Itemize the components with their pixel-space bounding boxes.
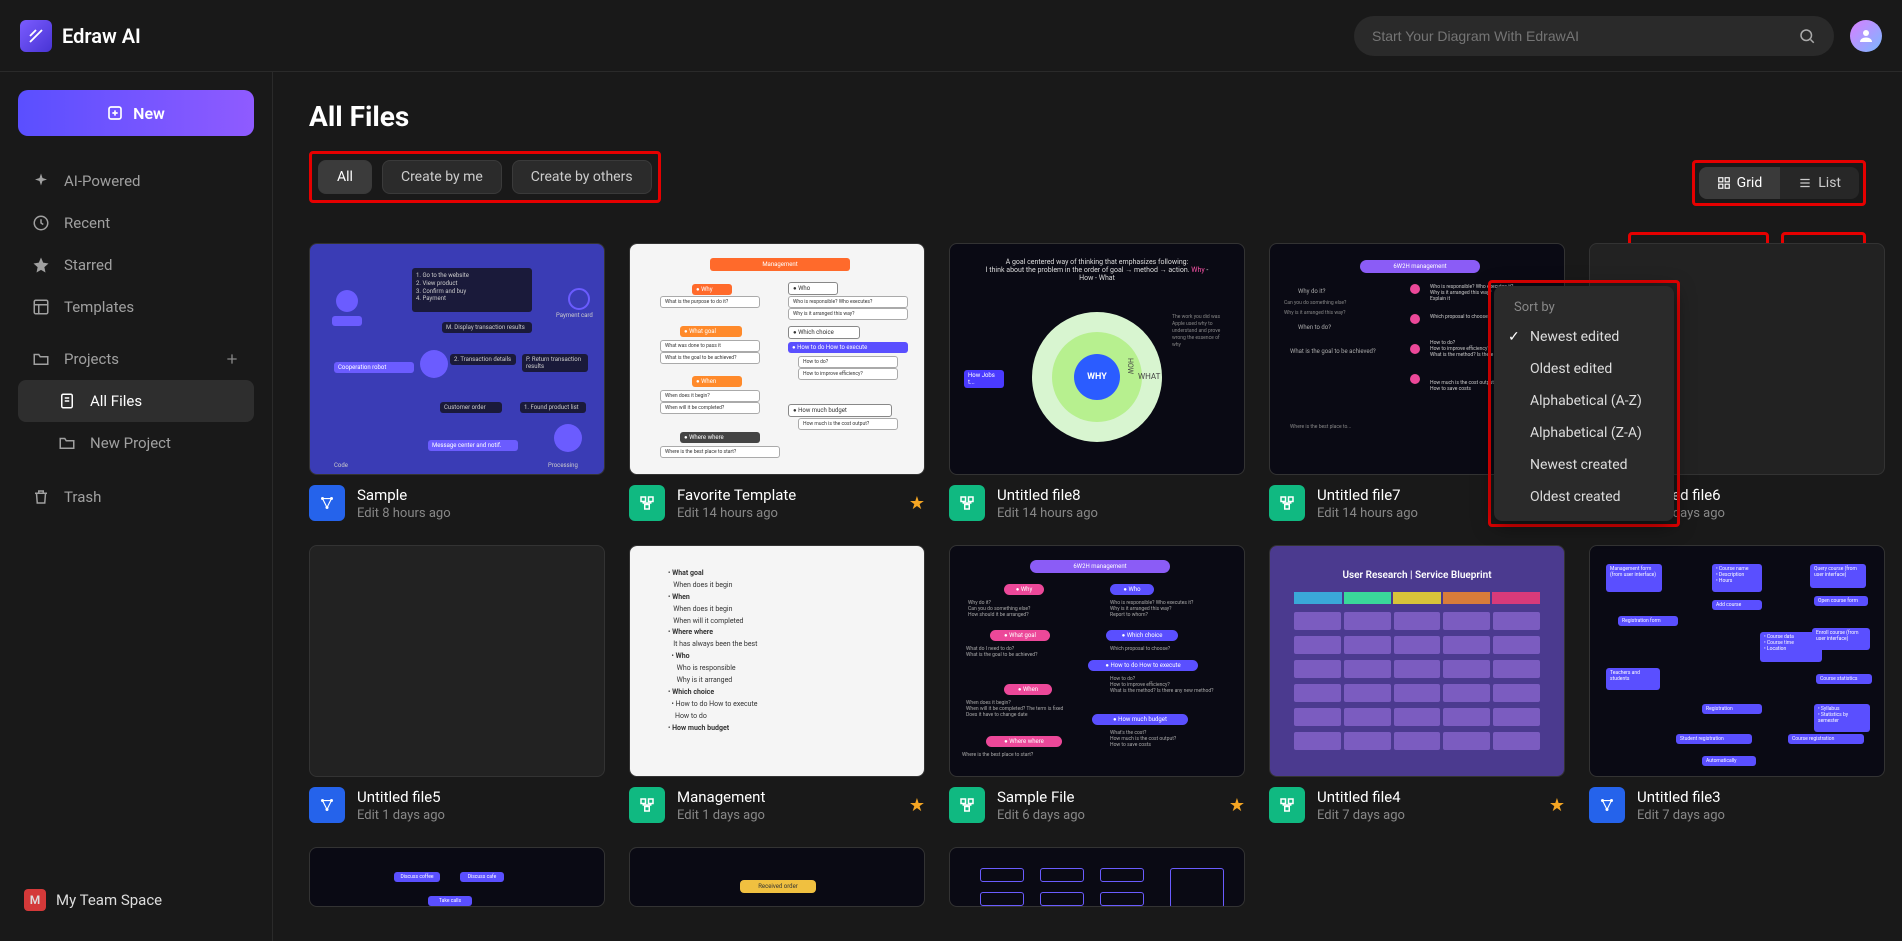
star-icon[interactable]: ★: [909, 795, 925, 816]
file-type-icon: [309, 485, 345, 521]
file-type-icon: [309, 787, 345, 823]
file-card[interactable]: Discuss coffee Discuss cafe Take calls: [309, 847, 605, 907]
search-input[interactable]: [1372, 28, 1798, 44]
view-grid-button[interactable]: Grid: [1699, 167, 1781, 199]
star-icon[interactable]: ★: [1549, 795, 1565, 816]
page-title: All Files: [309, 100, 1866, 133]
files-icon: [58, 392, 76, 410]
file-card[interactable]: Received order: [629, 847, 925, 907]
file-card[interactable]: Management ● Why ● Who What is the purpo…: [629, 243, 925, 521]
star-icon[interactable]: ★: [909, 493, 925, 514]
list-icon: [1798, 176, 1812, 190]
template-icon: [32, 298, 50, 316]
app-name: Edraw AI: [62, 24, 141, 48]
file-name: Sample: [357, 486, 605, 504]
nav-label: New Project: [90, 434, 171, 452]
projects-section[interactable]: Projects: [18, 338, 254, 380]
sort-dropdown: Sort by Newest edited Oldest edited Alph…: [1494, 286, 1674, 521]
folder-icon: [32, 350, 50, 368]
file-name: Untitled file4: [1317, 788, 1537, 806]
grid-icon: [1717, 176, 1731, 190]
sort-dropdown-title: Sort by: [1494, 294, 1674, 321]
file-card[interactable]: [949, 847, 1245, 907]
file-time: Edit 8 hours ago: [357, 506, 605, 521]
filter-tabs-highlight: All Create by me Create by others: [309, 151, 661, 203]
logo-icon: [20, 20, 52, 52]
file-time: Edit 14 hours ago: [997, 506, 1245, 521]
tab-create-by-me[interactable]: Create by me: [382, 160, 502, 194]
nav-ai-powered[interactable]: AI-Powered: [18, 160, 254, 202]
view-grid-label: Grid: [1737, 175, 1763, 191]
file-time: Edit 1 days ago: [677, 808, 897, 823]
team-label: My Team Space: [56, 891, 162, 909]
nav-label: AI-Powered: [64, 172, 141, 190]
team-badge: M: [24, 889, 46, 911]
nav-trash[interactable]: Trash: [18, 476, 254, 518]
file-name: Management: [677, 788, 897, 806]
logo-area[interactable]: Edraw AI: [20, 20, 141, 52]
file-type-icon: [1589, 787, 1625, 823]
sort-option[interactable]: Alphabetical (Z-A): [1494, 417, 1674, 449]
nav-label: Trash: [64, 488, 101, 506]
sort-option[interactable]: Newest edited: [1494, 321, 1674, 353]
team-space[interactable]: M My Team Space: [18, 877, 254, 923]
file-name: Sample File: [997, 788, 1217, 806]
clock-icon: [32, 214, 50, 232]
new-label: New: [133, 104, 165, 123]
file-name: Favorite Template: [677, 486, 897, 504]
add-project-icon[interactable]: [224, 351, 240, 367]
star-icon: [32, 256, 50, 274]
nav-all-files[interactable]: All Files: [18, 380, 254, 422]
new-button[interactable]: New: [18, 90, 254, 136]
view-list-label: List: [1818, 175, 1841, 191]
search-icon: [1798, 27, 1816, 45]
nav-label: Starred: [64, 256, 112, 274]
file-card[interactable]: 1. Go to the website2. View product3. Co…: [309, 243, 605, 521]
tab-create-by-others[interactable]: Create by others: [512, 160, 652, 194]
file-type-icon: [949, 787, 985, 823]
trash-icon: [32, 488, 50, 506]
sort-option[interactable]: Oldest created: [1494, 481, 1674, 513]
file-card[interactable]: Management form(from user interface) • C…: [1589, 545, 1885, 823]
file-type-icon: [1269, 787, 1305, 823]
view-toggle-highlight: Grid List: [1692, 160, 1866, 206]
sparkle-icon: [32, 172, 50, 190]
search-box[interactable]: [1354, 16, 1834, 56]
file-time: Edit 1 days ago: [357, 808, 605, 823]
file-card[interactable]: A goal centered way of thinking that emp…: [949, 243, 1245, 521]
file-type-icon: [949, 485, 985, 521]
plus-icon: [107, 105, 123, 121]
sort-dropdown-highlight: Sort by Newest edited Oldest edited Alph…: [1488, 280, 1680, 527]
file-name: Untitled file8: [997, 486, 1245, 504]
file-type-icon: [1269, 485, 1305, 521]
folder-icon: [58, 434, 76, 452]
nav-label: All Files: [90, 392, 142, 410]
nav-new-project[interactable]: New Project: [18, 422, 254, 464]
file-time: Edit 6 days ago: [997, 808, 1217, 823]
tab-all[interactable]: All: [318, 160, 372, 194]
file-name: Untitled file3: [1637, 788, 1885, 806]
sort-option[interactable]: Alphabetical (A-Z): [1494, 385, 1674, 417]
file-card[interactable]: User Research | Service Blueprint Untitl…: [1269, 545, 1565, 823]
view-list-button[interactable]: List: [1780, 167, 1859, 199]
file-name: Untitled file5: [357, 788, 605, 806]
nav-label: Recent: [64, 214, 110, 232]
file-time: Edit 7 days ago: [1317, 808, 1537, 823]
file-card[interactable]: 6W2H management ● Why ● Who Why do it?Ca…: [949, 545, 1245, 823]
nav-label: Templates: [64, 298, 134, 316]
sort-option[interactable]: Newest created: [1494, 449, 1674, 481]
nav-templates[interactable]: Templates: [18, 286, 254, 328]
file-type-icon: [629, 485, 665, 521]
sort-option[interactable]: Oldest edited: [1494, 353, 1674, 385]
file-card[interactable]: Untitled file5 Edit 1 days ago: [309, 545, 605, 823]
file-type-icon: [629, 787, 665, 823]
file-time: Edit 7 days ago: [1637, 808, 1885, 823]
projects-label: Projects: [64, 350, 119, 368]
file-card[interactable]: • What goal When does it begin • When Wh…: [629, 545, 925, 823]
nav-recent[interactable]: Recent: [18, 202, 254, 244]
avatar[interactable]: [1850, 20, 1882, 52]
star-icon[interactable]: ★: [1229, 795, 1245, 816]
nav-starred[interactable]: Starred: [18, 244, 254, 286]
file-time: Edit 14 hours ago: [677, 506, 897, 521]
